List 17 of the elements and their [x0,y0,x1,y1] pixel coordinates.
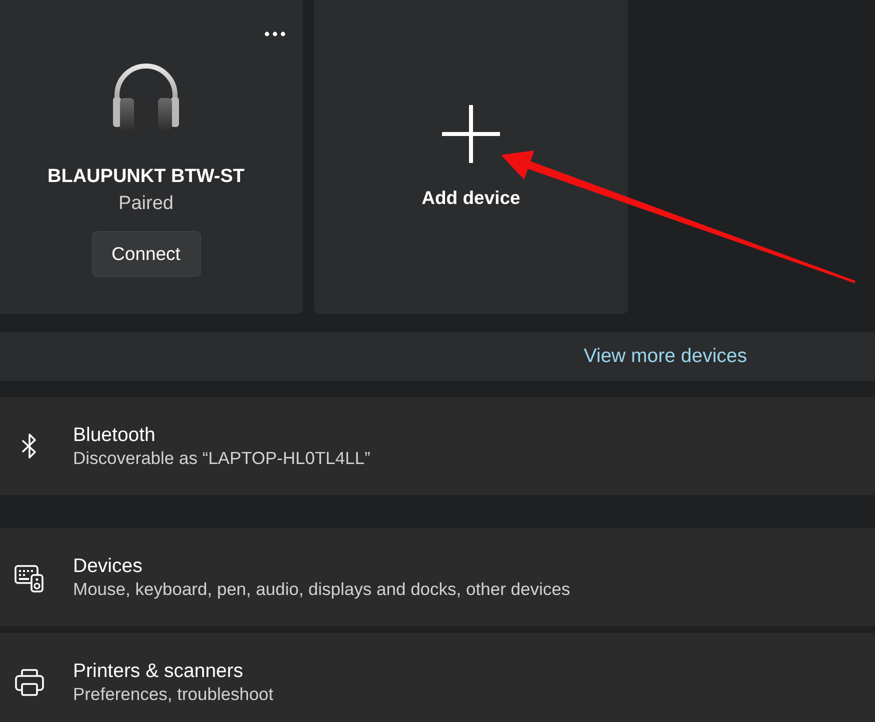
add-device-button[interactable]: Add device [314,0,628,314]
row-title: Bluetooth [73,424,156,446]
row-subtitle: Preferences, troubleshoot [73,682,274,704]
connect-button[interactable]: Connect [92,231,200,277]
settings-row[interactable]: Devices Mouse, keyboard, pen, audio, displays and docks, other devices [0,528,875,626]
device-name: BLAUPUNKT BTW-ST [48,166,244,188]
row-title: Printers & scanners [73,660,244,682]
settings-row[interactable]: Printers & scanners Preferences, troubleshoot [0,633,875,722]
printer-icon [14,666,45,698]
row-title: Devices [73,554,144,578]
view-more-devices-link[interactable]: View more devices [584,342,747,372]
settings-row[interactable]: Bluetooth Discoverable as “LAPTOP-HL0TL4LL” [0,397,875,495]
row-subtitle: Discoverable as “LAPTOP-HL0TL4LL” [73,446,370,468]
more-options-icon[interactable] [264,31,286,37]
device-status: Paired [118,193,174,215]
row-subtitle: Mouse, keyboard, pen, audio, displays and docks, other devices [73,578,570,600]
plus-icon [442,105,500,163]
